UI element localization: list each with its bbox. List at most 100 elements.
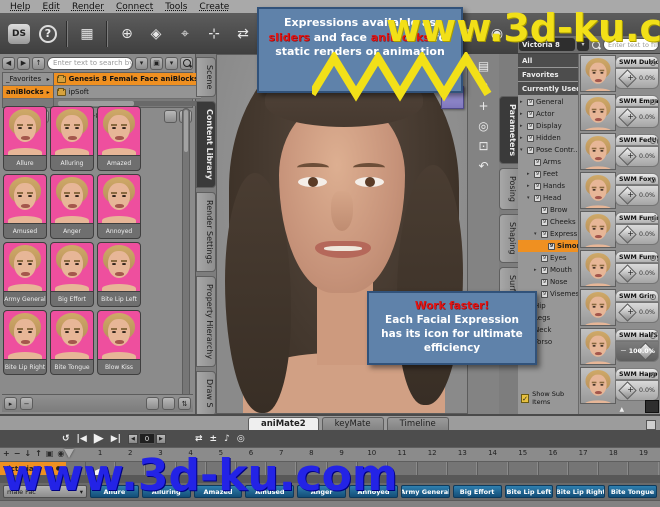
tree-item[interactable]: ▸ 9 Display	[518, 120, 578, 132]
left-dock-tab[interactable]: Content Library	[196, 101, 216, 188]
tree-item[interactable]: ▾ 9 Pose Contr...	[518, 144, 578, 156]
tree-item[interactable]: ▸ 9 Actor	[518, 108, 578, 120]
vertical-scrollbar[interactable]	[182, 108, 190, 398]
gear-icon[interactable]	[650, 138, 656, 144]
tree-item[interactable]: 9 Eyes	[518, 252, 578, 264]
parameter-group[interactable]: Currently Used	[518, 82, 578, 95]
track-cell[interactable]	[206, 462, 236, 475]
nav-up-button[interactable]: ↑	[32, 57, 45, 70]
folder-item[interactable]: aniBlocks▸	[3, 86, 53, 99]
tree-item[interactable]: ▸ 9 Hidden	[518, 132, 578, 144]
nav-forward-button[interactable]: ▶	[17, 57, 30, 70]
expand-icon[interactable]: ▸	[520, 123, 525, 129]
expand-icon[interactable]: ▸	[520, 135, 525, 141]
gear-icon[interactable]	[650, 60, 656, 66]
track-cell[interactable]	[176, 462, 206, 475]
increment-icon[interactable]: +	[627, 268, 634, 277]
gear-icon[interactable]	[650, 333, 656, 339]
left-dock-tab[interactable]: Scene	[196, 57, 216, 97]
tree-item[interactable]: ▾ 9 Head	[518, 192, 578, 204]
daz-home-icon[interactable]: DS	[8, 24, 30, 44]
deck-tab[interactable]: aniMate2	[248, 417, 319, 430]
transport-icon[interactable]: ↺	[62, 434, 70, 444]
toolbar-tool-icon[interactable]	[106, 21, 108, 47]
parameter-group[interactable]: Favorites	[518, 68, 578, 81]
expand-icon[interactable]: ▾	[527, 195, 532, 201]
transport-icon[interactable]: |◀	[77, 434, 87, 444]
filter-input[interactable]: Enter text to filter by...	[603, 38, 659, 51]
aniblock-button[interactable]: Bite Lip Left	[505, 485, 554, 498]
increment-icon[interactable]: +	[627, 190, 634, 199]
slider-track[interactable]: − + 0.0%	[615, 185, 659, 206]
timeline-ruler[interactable]: +−↓↑▣◉ 12345678910111213141516171819	[0, 447, 660, 461]
menu-item[interactable]: Connect	[110, 2, 159, 12]
show-sub-items-checkbox[interactable]: ✓	[521, 394, 529, 403]
toolbar-tool-icon[interactable]: ⊕	[117, 24, 137, 44]
track-cell[interactable]	[85, 462, 115, 475]
transport-icon[interactable]: ♪	[224, 434, 230, 444]
expression-thumbnail[interactable]: Alluring	[50, 106, 94, 171]
option-button-2[interactable]	[162, 397, 175, 410]
panel-grip[interactable]	[645, 400, 659, 413]
expression-thumbnail[interactable]: Annoyed	[97, 174, 141, 239]
frame-number[interactable]: 0	[139, 433, 155, 444]
aniblock-set-selector[interactable]: male Fac ▾	[3, 485, 87, 498]
gear-icon[interactable]	[650, 294, 656, 300]
increment-icon[interactable]: +	[627, 307, 634, 316]
transport-icon[interactable]: ◎	[237, 434, 245, 444]
track-cell[interactable]	[538, 462, 568, 475]
transport-icon[interactable]: ±	[210, 434, 218, 444]
track-cell[interactable]	[115, 462, 145, 475]
aniblock-button[interactable]: Alluring	[142, 485, 191, 498]
toolbar-tool-icon[interactable]: ⇄	[233, 24, 253, 44]
track-cell[interactable]	[296, 462, 326, 475]
expression-thumbnail[interactable]: Amazed	[97, 106, 141, 171]
track-tool-icon[interactable]: ▣	[46, 449, 54, 458]
track-tool-icon[interactable]: ↓	[24, 449, 31, 458]
expression-thumbnail[interactable]: Army General	[3, 242, 47, 307]
expand-icon[interactable]: ▸	[534, 267, 539, 273]
folder-item[interactable]: ipSoft	[54, 86, 202, 99]
right-dock-tab[interactable]: Parameters	[499, 96, 519, 164]
parameter-group[interactable]: All	[518, 54, 578, 67]
toolbar-tool-icon[interactable]: ⌖	[175, 24, 195, 44]
help-icon[interactable]: ?	[39, 25, 57, 43]
deck-options-button[interactable]	[646, 420, 656, 430]
track-cell[interactable]	[447, 462, 477, 475]
tree-item[interactable]: ▸ 9 Hands	[518, 180, 578, 192]
camera-control-icon[interactable]: ↶	[476, 158, 492, 174]
increment-icon[interactable]: +	[627, 73, 634, 82]
track-cell[interactable]	[327, 462, 357, 475]
expand-icon[interactable]: ▸	[527, 183, 532, 189]
toolbar-tool-icon[interactable]: ▦	[77, 24, 97, 44]
gear-icon[interactable]	[650, 255, 656, 261]
folder-item[interactable]: _Favorites▸	[3, 73, 53, 86]
aniblock-button[interactable]: Amazed	[194, 485, 243, 498]
left-dock-tab[interactable]: Draw S	[196, 371, 216, 416]
expression-thumbnail[interactable]: Big Effort	[50, 242, 94, 307]
expression-thumbnail[interactable]: Anger	[50, 174, 94, 239]
expand-icon[interactable]: ▾	[534, 231, 539, 237]
track-cell[interactable]	[477, 462, 507, 475]
slider-track[interactable]: − + 0.0%	[615, 224, 659, 245]
track-cell[interactable]	[387, 462, 417, 475]
gear-icon[interactable]	[650, 177, 656, 183]
toolbar-tool-icon[interactable]: ⊹	[204, 24, 224, 44]
expression-thumbnail[interactable]: Bite Lip Left	[97, 242, 141, 307]
slider-track[interactable]: − + 0.0%	[615, 107, 659, 128]
deck-tab[interactable]: Timeline	[387, 417, 449, 430]
gear-icon[interactable]	[650, 99, 656, 105]
track-cell[interactable]	[508, 462, 538, 475]
tree-item[interactable]: 9 SimonWM	[518, 240, 578, 252]
track-tool-icon[interactable]: +	[3, 449, 10, 458]
playhead-icon[interactable]	[64, 449, 74, 458]
deck-tab[interactable]: keyMate	[322, 417, 384, 430]
content-add-button[interactable]: ▸	[4, 397, 17, 410]
expand-icon[interactable]: ▸	[520, 99, 525, 105]
aniblock-button[interactable]: Army General	[401, 485, 450, 498]
frame-prev-button[interactable]: ◀	[128, 434, 138, 444]
expression-thumbnail[interactable]: Bite Tongue	[50, 310, 94, 375]
camera-control-icon[interactable]: +	[476, 98, 492, 114]
search-dropdown-button[interactable]: ▾	[135, 57, 148, 70]
sort-button[interactable]	[164, 110, 177, 123]
